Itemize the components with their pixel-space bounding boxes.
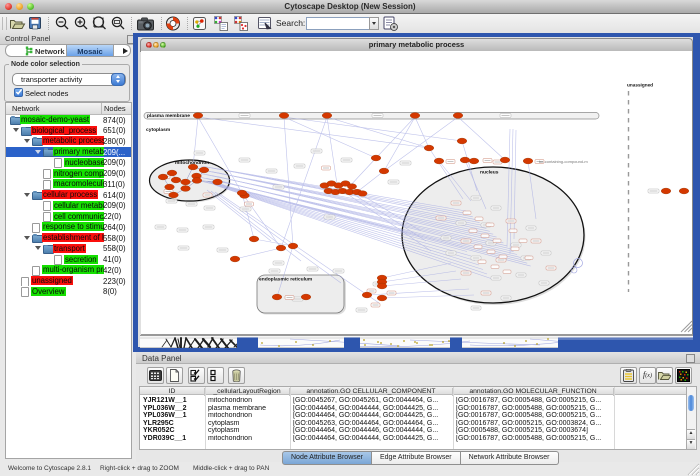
svg-text:nucleus: nucleus [480,170,499,176]
svg-text:plasma membrane: plasma membrane [147,113,190,119]
svg-text:unassigned: unassigned [627,83,653,88]
svg-text:cytoplasm: cytoplasm [146,127,171,133]
svg-text:endoplasmic reticulum: endoplasmic reticulum [259,277,313,283]
svg-text:be-containing-compound-m: be-containing-compound-m [539,159,588,164]
svg-text:mitochondrion: mitochondrion [175,160,209,166]
